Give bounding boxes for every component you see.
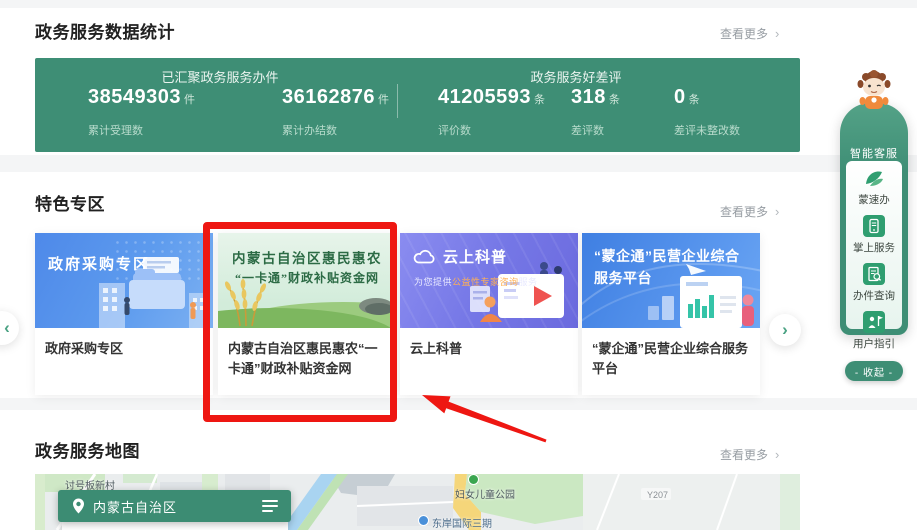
cloud-icon: [413, 249, 437, 264]
estate-poi-icon: [418, 515, 429, 526]
more-label: 查看更多: [720, 203, 768, 220]
card-gov-procurement[interactable]: 政府采购专区 政府采购专区: [35, 233, 213, 395]
assistant-item-user-guide[interactable]: 用户指引: [846, 311, 902, 351]
location-pin-icon: [72, 498, 85, 514]
top-gray-strip: [0, 0, 917, 8]
banner-title: “蒙企通”民营企业综合服务平台: [594, 246, 752, 289]
stat-accepted: 38549303件 累计受理数: [88, 86, 195, 138]
more-label: 查看更多: [720, 446, 768, 463]
card-banner: 云上科普 为您提供公益性专家咨询服务: [400, 233, 578, 328]
assistant-body: 智能客服 蒙速办 掌上: [840, 103, 908, 335]
assistant-item-label: 掌上服务: [853, 240, 895, 255]
stat-label: 累计受理数: [88, 122, 195, 138]
assistant-header: 智能客服: [840, 145, 908, 161]
assistant-item-mengsuban[interactable]: 蒙速办: [846, 167, 902, 207]
stat-value: 38549303: [88, 86, 181, 108]
map-label-park: 妇女儿童公园: [455, 486, 515, 501]
card-cloud-science[interactable]: 云上科普 为您提供公益性专家咨询服务 云上科普: [400, 233, 578, 395]
guide-icon: [863, 311, 885, 333]
card-caption: 政府采购专区: [35, 328, 213, 359]
card-caption: “蒙企通”民营企业综合服务平台: [582, 328, 760, 378]
map-region-selector[interactable]: 内蒙古自治区: [58, 490, 291, 522]
stat-evaluations: 41205593条 评价数: [438, 86, 545, 138]
assistant-panel: 蒙速办 掌上服务: [846, 161, 902, 329]
map-label-road: Y207: [647, 490, 668, 500]
stat-value: 0: [674, 86, 686, 108]
carousel-prev-button[interactable]: ‹: [0, 311, 19, 345]
assistant-collapse-button[interactable]: - 收起 -: [845, 361, 903, 381]
stats-divider: [397, 84, 398, 118]
stat-bad-reviews: 318条 差评数: [571, 86, 620, 138]
mascot-avatar[interactable]: [854, 70, 894, 112]
chevron-right-icon: ›: [775, 448, 779, 461]
park-poi-icon: [468, 474, 479, 485]
more-label: 查看更多: [720, 25, 768, 42]
assistant-item-case-query[interactable]: 办件查询: [846, 263, 902, 303]
document-search-icon: [863, 263, 885, 285]
map-section-title: 政务服务地图: [35, 437, 140, 462]
chevron-left-icon: ‹: [4, 318, 10, 338]
map-region-label: 内蒙古自治区: [93, 497, 177, 516]
stat-value: 36162876: [282, 86, 375, 108]
page: 政务服务数据统计 查看更多 › 已汇聚政务服务办件 政务服务好差评 385493…: [0, 0, 917, 530]
video-screen-illustration: [458, 258, 578, 328]
banner-title: 云上科普: [443, 246, 507, 267]
stat-completed: 36162876件 累计办结数: [282, 86, 389, 138]
map-label-estate: 东岸国际三期: [432, 515, 492, 530]
stat-label: 差评未整改数: [674, 122, 740, 138]
stat-unit: 条: [609, 94, 620, 106]
stats-section-title: 政务服务数据统计: [35, 18, 175, 43]
assistant-item-mobile-services[interactable]: 掌上服务: [846, 215, 902, 255]
map-more-link[interactable]: 查看更多 ›: [720, 446, 779, 463]
subtitle-prefix: 为您提供: [414, 277, 452, 287]
stat-unit: 件: [378, 94, 389, 106]
map-dropdown-panel: [62, 522, 288, 530]
card-mengqitong[interactable]: “蒙企通”民营企业综合服务平台 “蒙企通”民营企业综合服务平台: [582, 233, 760, 395]
chevron-right-icon: ›: [775, 205, 779, 218]
subtitle-suffix: 服务: [519, 277, 538, 287]
stat-value: 318: [571, 86, 606, 108]
card-banner: 政府采购专区: [35, 233, 213, 328]
assistant-item-label: 用户指引: [853, 336, 895, 351]
banner-subtitle: 为您提供公益性专家咨询服务: [414, 275, 538, 288]
annotation-highlight-box: [203, 222, 397, 422]
stats-more-link[interactable]: 查看更多 ›: [720, 25, 779, 42]
stat-unrectified: 0条 差评未整改数: [674, 86, 740, 138]
annotation-arrow: [405, 385, 560, 450]
app-logo-icon: [862, 167, 886, 189]
stat-value: 41205593: [438, 86, 531, 108]
card-caption: 云上科普: [400, 328, 578, 359]
stat-unit: 条: [689, 94, 700, 106]
featured-more-link[interactable]: 查看更多 ›: [720, 203, 779, 220]
stat-label: 评价数: [438, 122, 545, 138]
section-gap-1: [0, 155, 917, 172]
phone-icon: [863, 215, 885, 237]
stats-group-header-ratings: 政务服务好差评: [411, 67, 741, 86]
assistant-item-label: 办件查询: [853, 288, 895, 303]
carousel-next-button[interactable]: ›: [769, 314, 801, 346]
stat-label: 累计办结数: [282, 122, 389, 138]
stats-group-header-handled: 已汇聚政务服务办件: [55, 67, 385, 86]
service-map[interactable]: 讨号板新村 妇女儿童公园 东岸国际三期 Y207 内蒙古自治区: [35, 474, 800, 530]
buildings-folder-illustration: [83, 253, 213, 328]
stat-label: 差评数: [571, 122, 620, 138]
featured-section-title: 特色专区: [35, 190, 105, 215]
subtitle-highlight: 公益性专家咨询: [452, 277, 519, 287]
chevron-right-icon: ›: [775, 27, 779, 40]
stat-unit: 件: [184, 94, 195, 106]
stats-banner: 已汇聚政务服务办件 政务服务好差评 38549303件 累计受理数 361628…: [35, 58, 800, 152]
card-banner: “蒙企通”民营企业综合服务平台: [582, 233, 760, 328]
stat-unit: 条: [534, 94, 545, 106]
map-list-toggle-icon[interactable]: [262, 500, 278, 513]
assistant-item-label: 蒙速办: [858, 192, 890, 207]
chevron-right-icon: ›: [782, 320, 788, 340]
